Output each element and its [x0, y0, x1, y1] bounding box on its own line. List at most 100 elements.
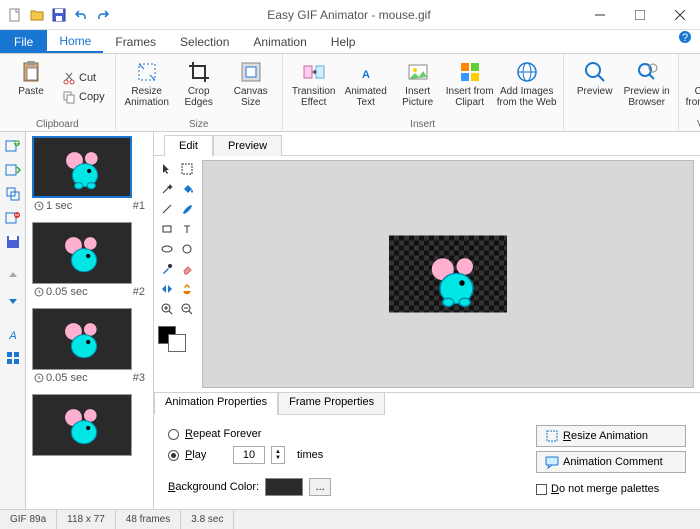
delete-frame-icon[interactable]	[3, 208, 23, 228]
new-icon[interactable]	[6, 6, 24, 24]
properties-panel: Animation Properties Frame Properties Re…	[154, 392, 700, 509]
add-images-web-button[interactable]: Add Images from the Web	[497, 56, 557, 118]
wand-tool-icon[interactable]	[158, 180, 176, 198]
ellipse-tool-icon[interactable]	[158, 240, 176, 258]
create-from-video-button[interactable]: Create from Video	[685, 56, 700, 118]
group-size: Resize Animation Crop Edges Canvas Size …	[116, 54, 283, 131]
maximize-button[interactable]	[620, 0, 660, 30]
canvas-size-button[interactable]: Canvas Size	[226, 56, 276, 118]
play-count-input[interactable]	[233, 446, 265, 464]
play-radio[interactable]	[168, 450, 179, 461]
insert-frame-icon[interactable]	[3, 160, 23, 180]
tab-preview[interactable]: Preview	[213, 135, 282, 156]
bg-color-browse-button[interactable]: ...	[309, 478, 331, 496]
ribbon-tabs: File Home Frames Selection Animation Hel…	[0, 30, 700, 54]
color-swatches	[154, 322, 202, 356]
rect-tool-icon[interactable]	[158, 220, 176, 238]
svg-text:T: T	[184, 224, 191, 235]
paste-button[interactable]: Paste	[6, 56, 56, 118]
move-down-icon[interactable]	[3, 290, 23, 310]
tab-animation-properties[interactable]: Animation Properties	[154, 393, 278, 415]
tab-frame-properties[interactable]: Frame Properties	[278, 393, 385, 415]
status-dimensions: 118 x 77	[57, 510, 116, 529]
tab-help[interactable]: Help	[319, 30, 368, 53]
eyedropper-tool-icon[interactable]	[158, 260, 176, 278]
svg-text:A: A	[8, 330, 16, 341]
frame-number: #2	[133, 286, 145, 298]
bg-color-label: Background Color:	[168, 481, 259, 493]
titlebar: Easy GIF Animator - mouse.gif	[0, 0, 700, 30]
eraser-tool-icon[interactable]	[178, 260, 196, 278]
group-preview: Preview Preview in Browser	[564, 54, 679, 131]
left-toolbar: + A	[0, 132, 26, 509]
duplicate-frame-icon[interactable]	[3, 184, 23, 204]
circle-tool-icon[interactable]	[178, 240, 196, 258]
group-video: Create from Video Video	[679, 54, 700, 131]
close-button[interactable]	[660, 0, 700, 30]
editor-area: Edit Preview T	[154, 132, 700, 509]
svg-text:A: A	[362, 69, 370, 81]
quick-access-toolbar	[0, 6, 118, 24]
tab-edit[interactable]: Edit	[164, 135, 213, 156]
preview-button[interactable]: Preview	[570, 56, 620, 118]
frames-panel[interactable]: 1 sec#1 0.05 sec #2 0.05 sec#3	[26, 132, 154, 509]
frame-time: 0.05 sec	[46, 286, 88, 298]
animation-comment-button[interactable]: Animation Comment	[536, 451, 686, 473]
flip-v-icon[interactable]	[178, 280, 196, 298]
bg-color-well[interactable]	[265, 478, 303, 496]
marquee-tool-icon[interactable]	[178, 160, 196, 178]
zoom-out-icon[interactable]	[178, 300, 196, 318]
resize-animation-button[interactable]: Resize Animation	[122, 56, 172, 118]
line-tool-icon[interactable]	[158, 200, 176, 218]
window-title: Easy GIF Animator - mouse.gif	[118, 8, 580, 22]
open-icon[interactable]	[28, 6, 46, 24]
grid-icon[interactable]	[3, 348, 23, 368]
frame-time: 0.05 sec	[46, 372, 88, 384]
help-icon[interactable]: ?	[678, 30, 692, 53]
canvas[interactable]	[389, 236, 507, 313]
repeat-forever-radio[interactable]: Repeat Forever	[168, 425, 516, 443]
text-tool-icon[interactable]: A	[3, 324, 23, 344]
undo-icon[interactable]	[72, 6, 90, 24]
redo-icon[interactable]	[94, 6, 112, 24]
minimize-button[interactable]	[580, 0, 620, 30]
ribbon: Paste Cut Copy Clipboard Resize Animatio…	[0, 54, 700, 132]
brush-tool-icon[interactable]	[178, 200, 196, 218]
play-count-spinner[interactable]: ▲▼	[271, 446, 285, 464]
tab-home[interactable]: Home	[47, 30, 103, 53]
fill-tool-icon[interactable]	[178, 180, 196, 198]
save-frame-icon[interactable]	[3, 232, 23, 252]
insert-clipart-button[interactable]: Insert from Clipart	[445, 56, 495, 118]
zoom-in-icon[interactable]	[158, 300, 176, 318]
tab-animation[interactable]: Animation	[241, 30, 318, 53]
frame-number: #1	[133, 200, 145, 212]
insert-picture-button[interactable]: Insert Picture	[393, 56, 443, 118]
background-color[interactable]	[168, 334, 186, 352]
add-frame-icon[interactable]: +	[3, 136, 23, 156]
svg-text:?: ?	[682, 32, 688, 44]
copy-button[interactable]: Copy	[58, 88, 109, 106]
canvas-viewport[interactable]	[202, 160, 694, 388]
flip-h-icon[interactable]	[158, 280, 176, 298]
move-up-icon[interactable]	[3, 266, 23, 286]
tab-selection[interactable]: Selection	[168, 30, 241, 53]
editor-tabs: Edit Preview	[154, 132, 700, 156]
frame-item[interactable]: 1 sec#1	[26, 132, 153, 218]
frame-item[interactable]	[26, 390, 153, 460]
tab-frames[interactable]: Frames	[103, 30, 168, 53]
transition-effect-button[interactable]: Transition Effect	[289, 56, 339, 118]
animated-text-button[interactable]: AAnimated Text	[341, 56, 391, 118]
resize-animation-button2[interactable]: Resize Animation	[536, 425, 686, 447]
crop-edges-button[interactable]: Crop Edges	[174, 56, 224, 118]
main-area: + A 1 sec#1 0.05 sec #2 0.05 sec#3	[0, 132, 700, 509]
frame-item[interactable]: 0.05 sec #2	[26, 218, 153, 304]
cut-button[interactable]: Cut	[58, 69, 109, 87]
tab-file[interactable]: File	[0, 30, 47, 53]
frame-item[interactable]: 0.05 sec#3	[26, 304, 153, 390]
preview-browser-button[interactable]: Preview in Browser	[622, 56, 672, 118]
pointer-tool-icon[interactable]	[158, 160, 176, 178]
merge-palettes-checkbox[interactable]: Do not merge palettes	[536, 483, 686, 495]
text-tool-icon[interactable]: T	[178, 220, 196, 238]
save-icon[interactable]	[50, 6, 68, 24]
status-duration: 3.8 sec	[181, 510, 234, 529]
